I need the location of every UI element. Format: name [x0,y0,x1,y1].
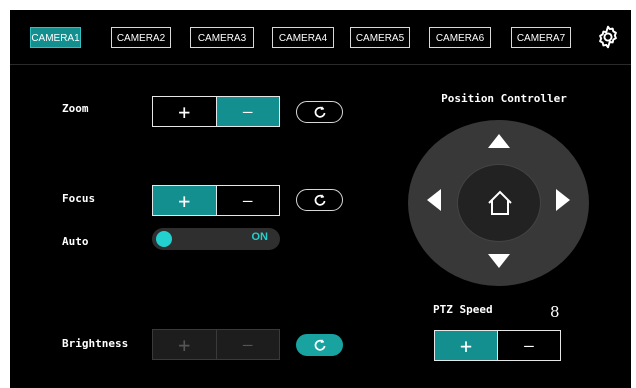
home-button[interactable] [457,164,541,242]
home-icon [488,190,512,215]
ptz-speed-value: 8 [550,303,560,321]
zoom-minus-glyph: — [242,102,253,121]
toggle-knob [156,231,172,247]
brightness-down-button[interactable]: — [215,330,280,359]
camera-control-panel: CAMERA1 CAMERA2 CAMERA3 CAMERA4 CAMERA5 … [10,10,631,388]
auto-focus-toggle[interactable]: ON [152,228,280,250]
focus-label: Focus [62,192,96,205]
focus-near-button[interactable]: + [153,186,216,215]
ptz-speed-label: PTZ Speed [433,303,493,316]
tab-camera3[interactable]: CAMERA3 [190,27,254,48]
pan-left-arrow-icon[interactable] [427,189,441,211]
pan-right-arrow-icon[interactable] [556,189,570,211]
brightness-reset-button[interactable] [296,334,343,356]
pan-down-arrow-icon[interactable] [488,254,510,268]
speed-plus-glyph: + [459,333,473,358]
tab-camera2[interactable]: CAMERA2 [111,27,171,48]
focus-plus-glyph: + [178,188,191,213]
speed-decrease-button[interactable]: — [497,331,560,360]
focus-stepper: + — [152,185,280,216]
reset-icon [314,194,325,206]
zoom-out-button[interactable]: — [215,97,279,126]
tab-camera4[interactable]: CAMERA4 [272,27,334,48]
gear-icon[interactable] [595,24,621,50]
tab-camera1[interactable]: CAMERA1 [30,27,81,48]
brightness-up-button[interactable]: + [153,330,216,359]
tab-camera7[interactable]: CAMERA7 [511,27,571,48]
brightness-plus-glyph: + [178,332,191,357]
brightness-label: Brightness [62,337,129,350]
zoom-plus-glyph: + [178,99,191,124]
zoom-reset-button[interactable] [296,101,343,123]
brightness-stepper: + — [152,329,280,360]
zoom-stepper: + — [152,96,280,127]
pan-up-arrow-icon[interactable] [488,134,510,148]
focus-reset-button[interactable] [296,189,343,211]
auto-label: Auto [62,235,89,248]
position-controller-title: Position Controller [441,92,567,105]
speed-minus-glyph: — [524,336,534,355]
focus-far-button[interactable]: — [215,186,280,215]
toggle-state: ON [251,231,269,243]
speed-increase-button[interactable]: + [435,331,497,360]
reset-icon [314,106,325,118]
tab-camera6[interactable]: CAMERA6 [429,27,491,48]
zoom-label: Zoom [62,102,89,115]
reset-icon [314,339,325,351]
tab-camera5[interactable]: CAMERA5 [350,27,410,48]
brightness-minus-glyph: — [242,335,253,354]
zoom-in-button[interactable]: + [153,97,216,126]
camera-tab-bar: CAMERA1 CAMERA2 CAMERA3 CAMERA4 CAMERA5 … [10,10,631,65]
ptz-speed-stepper: + — [434,330,561,361]
focus-minus-glyph: — [242,191,253,210]
